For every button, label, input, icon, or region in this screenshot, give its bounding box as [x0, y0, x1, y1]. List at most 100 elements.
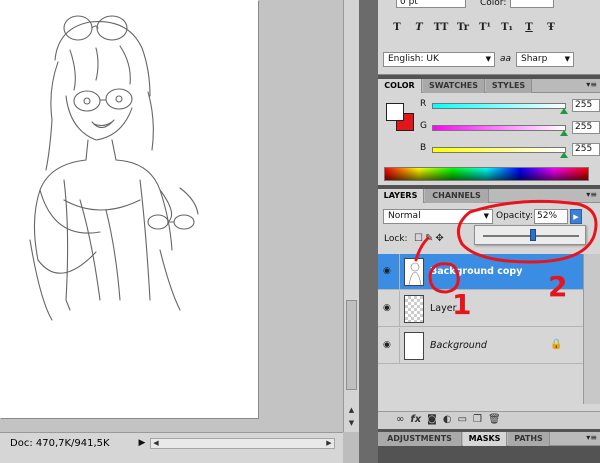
vertical-scroll-thumb[interactable] [346, 300, 357, 390]
opacity-slider-popup [474, 225, 586, 245]
layer-row[interactable]: ◉ Layer 1 [378, 291, 583, 327]
all-caps-button[interactable]: TT [430, 20, 452, 36]
visibility-toggle[interactable]: ◉ [378, 328, 400, 364]
layers-panel: LAYERS CHANNELS ▾≡ Normal ▼ Opacity: 52%… [378, 189, 600, 429]
tab-paths[interactable]: PATHS [508, 432, 550, 446]
green-value-field[interactable]: 255 [572, 121, 600, 134]
opacity-slider-knob[interactable] [529, 229, 536, 241]
panel-menu-icon[interactable]: ▾≡ [586, 190, 597, 199]
underline-button[interactable]: T [518, 20, 540, 36]
layer-thumbnail [404, 295, 424, 323]
trash-icon[interactable]: 🗑 [488, 414, 501, 425]
sketch-thumbnail-icon [408, 262, 422, 286]
color-label: Color: [480, 0, 507, 8]
leading-field[interactable]: 0 pt [396, 0, 466, 8]
scroll-up-icon[interactable]: ▲ [346, 405, 357, 416]
layer-row[interactable]: ◉ Background 🔒 [378, 328, 583, 364]
adjustments-panel-tabs: ADJUSTMENTS MASKS PATHS ▾≡ [378, 432, 600, 446]
subscript-button[interactable]: T₁ [496, 20, 518, 36]
red-value-field[interactable]: 255 [572, 99, 600, 112]
eye-icon: ◉ [383, 303, 391, 313]
small-caps-button[interactable]: Tr [452, 20, 474, 36]
color-spectrum-ramp[interactable] [384, 167, 589, 181]
horizontal-scrollbar[interactable]: ◀ ▶ [150, 438, 335, 449]
green-slider-label: G [420, 121, 427, 131]
text-color-chip[interactable] [510, 0, 554, 8]
layer-thumbnail [404, 258, 424, 286]
status-menu-arrow-icon[interactable]: ▶ [136, 437, 148, 449]
tab-layers[interactable]: LAYERS [378, 189, 424, 203]
character-row-top: 0 pt Color: [382, 0, 596, 10]
fx-icon[interactable]: fx [410, 414, 421, 425]
tab-adjustments[interactable]: ADJUSTMENTS [378, 432, 462, 446]
antialias-icon: aa [500, 54, 512, 64]
layers-scrollbar[interactable] [583, 254, 600, 404]
tab-swatches[interactable]: SWATCHES [423, 79, 485, 93]
red-slider-row: R 255 [420, 99, 600, 115]
vertical-scrollbar[interactable]: ▲ ▼ [343, 0, 359, 432]
group-icon[interactable]: ▭ [458, 414, 467, 425]
antialias-select[interactable]: Sharp ▼ [516, 52, 574, 67]
adjustment-icon[interactable]: ◐ [443, 414, 452, 425]
strikethrough-button[interactable]: Ŧ [540, 20, 562, 36]
blend-mode-select[interactable]: Normal ▼ [383, 209, 493, 224]
type-style-buttons: T T TT Tr T¹ T₁ T Ŧ [386, 20, 562, 36]
opacity-field[interactable]: 52% [534, 209, 568, 224]
language-select[interactable]: English: UK ▼ [383, 52, 495, 67]
lock-label: Lock: [384, 234, 408, 244]
mask-icon[interactable]: ◙ [427, 414, 437, 425]
layer-name: Layer 1 [430, 303, 466, 314]
tab-masks[interactable]: MASKS [463, 432, 507, 446]
color-panel-body: R 255 G 255 B 255 [378, 93, 600, 185]
red-slider-label: R [420, 99, 427, 109]
faux-italic-button[interactable]: T [408, 20, 430, 36]
new-layer-icon[interactable]: ❐ [473, 414, 482, 425]
doc-size-readout: Doc: 470,7K/941,5K [10, 438, 110, 449]
panel-menu-icon[interactable]: ▾≡ [586, 433, 597, 442]
tab-channels[interactable]: CHANNELS [425, 189, 489, 203]
character-panel: 0 pt Color: T T TT Tr T¹ T₁ T Ŧ English:… [378, 0, 600, 75]
color-panel: COLOR SWATCHES STYLES ▾≡ R 255 G 255 B 2… [378, 79, 600, 185]
blue-slider-knob[interactable] [560, 152, 568, 158]
red-slider-track[interactable] [432, 103, 566, 109]
scroll-down-icon[interactable]: ▼ [346, 418, 357, 429]
layer-name: Background [430, 340, 487, 351]
green-slider-knob[interactable] [560, 130, 568, 136]
tab-color[interactable]: COLOR [378, 79, 422, 93]
layer-thumbnail [404, 332, 424, 360]
chevron-down-icon: ▼ [483, 212, 489, 220]
antialias-value: Sharp [521, 54, 548, 64]
chevron-down-icon: ▼ [485, 55, 491, 63]
faux-bold-button[interactable]: T [386, 20, 408, 36]
panel-menu-icon[interactable]: ▾≡ [586, 80, 597, 89]
document-canvas-area[interactable] [0, 0, 343, 432]
blue-slider-label: B [420, 143, 427, 153]
opacity-slider-toggle-button[interactable]: ▶ [570, 209, 582, 224]
layers-footer-toolbar: ∞ fx ◙ ◐ ▭ ❐ 🗑 [378, 411, 600, 429]
panel-column: 0 pt Color: T T TT Tr T¹ T₁ T Ŧ English:… [378, 0, 600, 463]
opacity-label: Opacity: [496, 211, 533, 221]
visibility-toggle[interactable]: ◉ [378, 291, 400, 327]
red-slider-knob[interactable] [560, 108, 568, 114]
foreground-color-swatch[interactable] [386, 103, 404, 121]
tab-styles[interactable]: STYLES [486, 79, 532, 93]
document-paper[interactable] [0, 0, 258, 418]
status-bar: Doc: 470,7K/941,5K ▶ ◀ ▶ [0, 432, 343, 463]
blend-mode-value: Normal [388, 211, 421, 221]
lock-options[interactable]: ☐✎✥ [414, 233, 446, 244]
blue-value-field[interactable]: 255 [572, 143, 600, 156]
eye-icon: ◉ [383, 340, 391, 350]
layer-row[interactable]: ◉ Background copy [378, 254, 583, 290]
panel-dock-gutter [359, 0, 378, 463]
color-panel-tabs: COLOR SWATCHES STYLES ▾≡ [378, 79, 600, 93]
scroll-right-icon[interactable]: ▶ [324, 439, 334, 448]
blue-slider-row: B 255 [420, 143, 600, 159]
green-slider-track[interactable] [432, 125, 566, 131]
visibility-toggle[interactable]: ◉ [378, 254, 400, 290]
green-slider-row: G 255 [420, 121, 600, 137]
scroll-left-icon[interactable]: ◀ [151, 439, 161, 448]
superscript-button[interactable]: T¹ [474, 20, 496, 36]
blue-slider-track[interactable] [432, 147, 566, 153]
lock-icon: 🔒 [550, 339, 563, 350]
link-icon[interactable]: ∞ [396, 414, 404, 425]
